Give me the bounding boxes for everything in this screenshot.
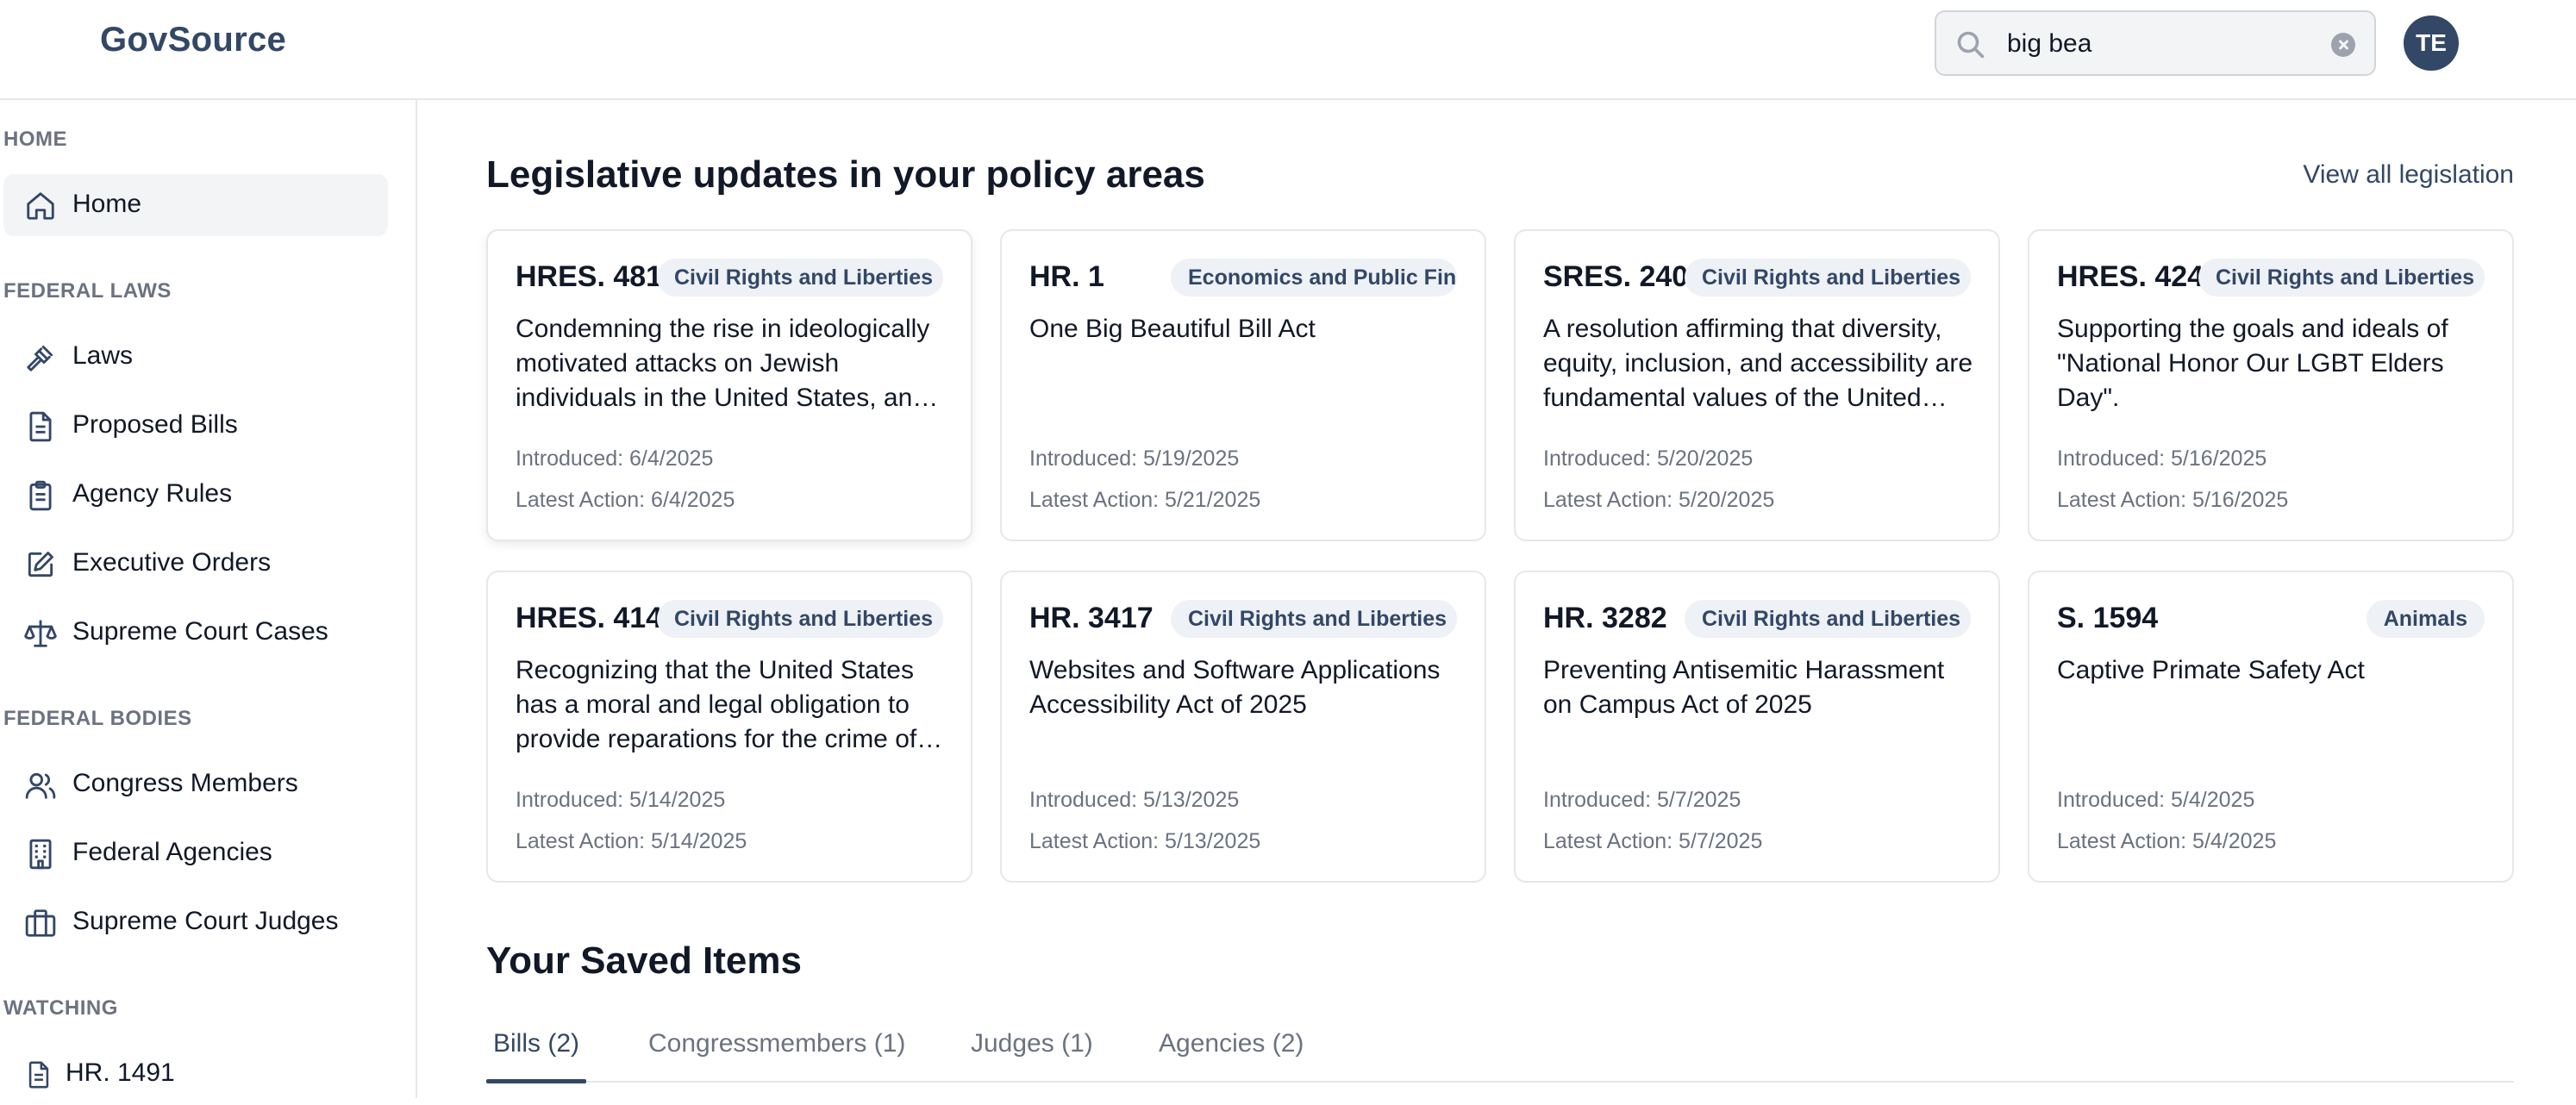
users-icon: [25, 772, 56, 799]
bill-title: One Big Beautiful Bill Act: [1029, 315, 1316, 343]
bill-title: Websites and Software Applications Acces…: [1029, 656, 1441, 719]
bill-title: Condemning the rise in ideologically mot…: [516, 315, 930, 421]
user-avatar[interactable]: TE: [2404, 16, 2459, 71]
view-all-legislation-link[interactable]: View all legislation: [2303, 160, 2514, 190]
saved-items-tabs: Bills (2) Congressmembers (1) Judges (1)…: [486, 1019, 2514, 1083]
search-input[interactable]: [2007, 21, 2317, 67]
bill-id: HRES. 424: [2057, 260, 2204, 293]
sidebar-item-home[interactable]: Home: [3, 174, 388, 236]
sidebar-item-proposed-bills[interactable]: Proposed Bills: [3, 395, 388, 457]
sidebar-item-laws[interactable]: Laws: [3, 326, 388, 388]
bill-id: HR. 3282: [1543, 602, 1667, 634]
bill-card[interactable]: HRES. 424 Civil Rights and Liberties Sup…: [2028, 229, 2514, 541]
briefcase-icon: [25, 909, 56, 937]
introduced-date: Introduced: 5/19/2025: [1029, 446, 1240, 471]
watching-item-label: HR. 1491: [66, 1058, 175, 1087]
sidebar-item-label: Congress Members: [72, 769, 298, 797]
edit-icon: [28, 552, 53, 577]
bill-id: S. 1594: [2057, 602, 2159, 634]
latest-action-date: Latest Action: 5/16/2025: [2057, 488, 2289, 512]
sidebar-item-label: Executive Orders: [72, 548, 272, 577]
home-icon: [27, 192, 54, 220]
policy-area-tag: Civil Rights and Liberties: [1171, 600, 1457, 638]
sidebar-item-supreme-court-judges[interactable]: Supreme Court Judges: [3, 891, 388, 953]
sidebar-item-label: Supreme Court Judges: [72, 907, 339, 935]
scale-icon: [24, 620, 57, 647]
building-icon: [29, 839, 52, 870]
policy-area-tag: Civil Rights and Liberties: [2198, 259, 2485, 297]
sidebar-item-label: Laws: [72, 341, 134, 370]
sidebar-item-federal-agencies[interactable]: Federal Agencies: [3, 822, 388, 884]
introduced-date: Introduced: 5/13/2025: [1029, 788, 1240, 812]
clear-search-icon[interactable]: [2331, 33, 2355, 57]
bill-card[interactable]: HR. 1 Economics and Public Finance One B…: [1000, 229, 1486, 541]
sidebar-item-executive-orders[interactable]: Executive Orders: [3, 533, 388, 595]
introduced-date: Introduced: 5/16/2025: [2057, 446, 2267, 471]
sidebar-item-label: Home: [72, 190, 142, 218]
policy-area-tag: Animals: [2366, 600, 2485, 638]
brand-logo[interactable]: GovSource: [100, 21, 286, 59]
sidebar-item-label: Proposed Bills: [72, 410, 238, 439]
latest-action-date: Latest Action: 6/4/2025: [516, 488, 735, 512]
search-icon: [1957, 31, 1985, 59]
tab-judges[interactable]: Judges (1): [971, 1029, 1093, 1058]
bill-card[interactable]: HRES. 414 Civil Rights and Liberties Rec…: [486, 571, 972, 883]
bill-card[interactable]: HR. 3282 Civil Rights and Liberties Prev…: [1514, 571, 2000, 883]
bill-id: HR. 3417: [1029, 602, 1154, 634]
page-title: Legislative updates in your policy areas: [486, 153, 1205, 196]
bill-card[interactable]: SRES. 240 Civil Rights and Liberties A r…: [1514, 229, 2000, 541]
sidebar-item-agency-rules[interactable]: Agency Rules: [3, 464, 388, 526]
latest-action-date: Latest Action: 5/7/2025: [1543, 829, 1763, 853]
sidebar-item-supreme-court-cases[interactable]: Supreme Court Cases: [3, 602, 388, 664]
bill-id: HR. 1: [1029, 260, 1104, 293]
section-title-federal-laws: FEDERAL LAWS: [3, 279, 172, 303]
document-icon: [28, 1061, 49, 1089]
introduced-date: Introduced: 6/4/2025: [516, 446, 714, 471]
latest-action-date: Latest Action: 5/4/2025: [2057, 829, 2277, 853]
bill-id: HRES. 414: [516, 602, 663, 634]
bill-title: Recognizing that the United States has a…: [516, 656, 917, 762]
sidebar-item-label: Federal Agencies: [72, 838, 272, 866]
sidebar-item-congress-members[interactable]: Congress Members: [3, 753, 388, 815]
tab-congressmembers[interactable]: Congressmembers (1): [648, 1029, 905, 1058]
section-title-watching: WATCHING: [3, 996, 118, 1020]
policy-area-tag: Civil Rights and Liberties: [1685, 259, 1971, 297]
policy-area-tag: Economics and Public Finance: [1171, 259, 1457, 297]
latest-action-date: Latest Action: 5/14/2025: [516, 829, 747, 853]
bill-id: SRES. 240: [1543, 260, 1689, 293]
search-box[interactable]: [1935, 10, 2376, 76]
introduced-date: Introduced: 5/4/2025: [2057, 788, 2255, 812]
introduced-date: Introduced: 5/20/2025: [1543, 446, 1754, 471]
section-title-federal-bodies: FEDERAL BODIES: [3, 707, 192, 730]
bill-title: Supporting the goals and ideals of "Nati…: [2057, 315, 2448, 412]
introduced-date: Introduced: 5/14/2025: [516, 788, 726, 812]
bill-title: A resolution affirming that diversity, e…: [1543, 315, 1973, 421]
gavel-icon: [27, 345, 53, 371]
latest-action-date: Latest Action: 5/20/2025: [1543, 488, 1775, 512]
introduced-date: Introduced: 5/7/2025: [1543, 788, 1741, 812]
policy-area-tag: Civil Rights and Liberties: [657, 259, 943, 297]
bill-card[interactable]: S. 1594 Animals Captive Primate Safety A…: [2028, 571, 2514, 883]
latest-action-date: Latest Action: 5/13/2025: [1029, 829, 1261, 853]
sidebar: HOME Home FEDERAL LAWS Laws Proposed Bil…: [0, 100, 417, 1098]
latest-action-date: Latest Action: 5/21/2025: [1029, 488, 1261, 512]
tab-agencies[interactable]: Agencies (2): [1159, 1029, 1304, 1058]
bill-title: Captive Primate Safety Act: [2057, 656, 2365, 684]
bill-id: HRES. 481: [516, 260, 663, 293]
active-tab-indicator: [486, 1079, 586, 1083]
section-title-home: HOME: [3, 128, 67, 151]
bill-card[interactable]: HR. 3417 Civil Rights and Liberties Webs…: [1000, 571, 1486, 883]
policy-area-tag: Civil Rights and Liberties: [1685, 600, 1971, 638]
clipboard-icon: [29, 480, 52, 511]
sidebar-item-label: Supreme Court Cases: [72, 617, 328, 646]
sidebar-item-label: Agency Rules: [72, 479, 233, 508]
saved-items-title: Your Saved Items: [486, 940, 802, 982]
bill-card[interactable]: HRES. 481 Civil Rights and Liberties Con…: [486, 229, 972, 541]
tab-bills[interactable]: Bills (2): [493, 1029, 579, 1058]
document-icon: [29, 411, 52, 442]
policy-area-tag: Civil Rights and Liberties: [657, 600, 943, 638]
watching-item-hr-1491[interactable]: HR. 1491: [3, 1043, 388, 1105]
bill-title: Preventing Antisemitic Harassment on Cam…: [1543, 656, 1945, 719]
top-bar: GovSource TE: [0, 0, 2576, 100]
